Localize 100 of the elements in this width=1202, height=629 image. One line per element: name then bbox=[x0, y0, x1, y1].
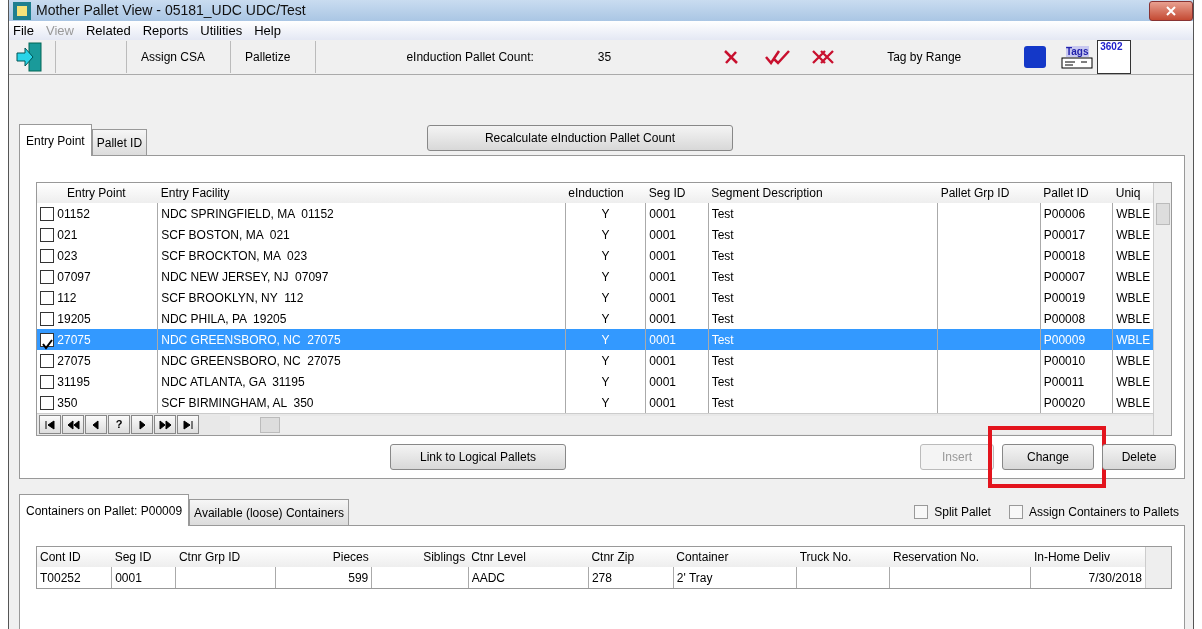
table-cell: WBLE bbox=[1116, 206, 1151, 221]
table-cell: Y bbox=[601, 248, 610, 263]
table-cell: 0001 bbox=[649, 374, 676, 389]
table-cell: 0001 bbox=[649, 332, 676, 347]
checkbox[interactable] bbox=[914, 505, 929, 519]
row-checkbox[interactable] bbox=[40, 375, 54, 390]
table-cell: 19205 bbox=[57, 311, 91, 326]
table-cell: WBLE bbox=[1116, 269, 1151, 284]
row-checkbox[interactable] bbox=[40, 354, 54, 369]
navigator-button[interactable] bbox=[39, 415, 61, 434]
table-cell: SCF BIRMINGHAM, AL 350 bbox=[161, 395, 314, 410]
row-checkbox[interactable] bbox=[40, 270, 54, 285]
table-cell: Test bbox=[711, 248, 734, 263]
table-cell: Test bbox=[711, 353, 734, 368]
table-cell: Test bbox=[711, 395, 734, 410]
table-cell: 0001 bbox=[649, 227, 676, 242]
menu-item[interactable]: File bbox=[13, 20, 34, 41]
table-cell: Y bbox=[601, 269, 610, 284]
row-checkbox[interactable] bbox=[40, 333, 54, 348]
table-cell: Test bbox=[711, 311, 734, 326]
navigator-button[interactable] bbox=[131, 415, 153, 434]
navigator-button[interactable]: ? bbox=[108, 415, 130, 434]
table-cell: 27075 bbox=[57, 353, 91, 368]
navigator-button[interactable] bbox=[85, 415, 107, 434]
table-cell: 31195 bbox=[57, 374, 90, 389]
cross-icon[interactable] bbox=[723, 49, 740, 65]
tags-button[interactable]: Tags bbox=[1061, 45, 1094, 69]
table-cell: NDC ATLANTA, GA 31195 bbox=[161, 374, 305, 389]
square-icon[interactable] bbox=[1023, 45, 1048, 69]
tab[interactable]: Containers on Pallet: P00009 bbox=[19, 494, 190, 526]
table-cell: Y bbox=[601, 332, 610, 347]
table-cell: 0001 bbox=[649, 311, 676, 326]
table-cell: 07097 bbox=[57, 269, 91, 284]
table-cell: 0001 bbox=[649, 290, 676, 305]
table-cell: NDC PHILA, PA 19205 bbox=[161, 311, 287, 326]
vertical-scrollbar[interactable] bbox=[1153, 183, 1171, 435]
action-button[interactable]: Delete bbox=[1102, 444, 1176, 470]
close-button[interactable] bbox=[1149, 0, 1193, 21]
tab[interactable]: Available (loose) Containers bbox=[189, 499, 349, 525]
checkbox[interactable] bbox=[1008, 505, 1023, 519]
tag-by-range-button[interactable]: Tag by Range bbox=[887, 48, 962, 66]
tab[interactable]: Pallet ID bbox=[91, 129, 148, 155]
count-value: 35 bbox=[597, 49, 612, 66]
last-icon bbox=[181, 418, 195, 431]
action-button[interactable]: Change bbox=[1002, 444, 1094, 470]
menu-item[interactable]: Related bbox=[85, 20, 131, 41]
table-cell: WBLE bbox=[1116, 332, 1151, 347]
count-label: eInduction Pallet Count: bbox=[406, 49, 534, 66]
toolbar-button[interactable]: Assign CSA bbox=[127, 48, 231, 66]
prev-page-icon bbox=[66, 418, 80, 431]
table-cell: SCF BROCKTON, MA 023 bbox=[161, 248, 308, 263]
menu-item[interactable]: Utilities bbox=[200, 20, 243, 41]
form-button[interactable]: 3602 bbox=[1097, 40, 1132, 74]
checkbox-label: Assign Containers to Pallets bbox=[1028, 504, 1179, 521]
navigator-button[interactable] bbox=[154, 415, 176, 434]
row-checkbox[interactable] bbox=[40, 291, 54, 306]
link-button[interactable]: Link to Logical Pallets bbox=[390, 444, 566, 470]
first-icon bbox=[43, 418, 57, 431]
table-cell: P00008 bbox=[1043, 311, 1086, 326]
label-icon bbox=[1061, 56, 1094, 69]
table-cell: 599 bbox=[348, 570, 369, 585]
table-cell: Test bbox=[711, 374, 734, 389]
table-cell: 112 bbox=[57, 290, 77, 305]
table-cell: P00017 bbox=[1043, 227, 1086, 242]
tab[interactable]: Entry Point bbox=[19, 124, 92, 156]
row-checkbox[interactable] bbox=[40, 249, 54, 264]
recalculate-button[interactable]: Recalculate eInduction Pallet Count bbox=[427, 125, 733, 151]
table-cell: 0001 bbox=[649, 248, 676, 263]
row-checkbox[interactable] bbox=[40, 396, 54, 411]
vertical-scrollbar[interactable] bbox=[1145, 547, 1171, 588]
table-cell: P00011 bbox=[1043, 374, 1085, 389]
table-cell: 7/30/2018 bbox=[1088, 570, 1142, 585]
table-cell: P00010 bbox=[1043, 353, 1086, 368]
table-cell: 0001 bbox=[115, 570, 142, 585]
window-title: Mother Pallet View - 05181_UDC UDC/Test bbox=[36, 1, 306, 20]
row-checkbox[interactable] bbox=[40, 207, 54, 222]
table-cell: Test bbox=[711, 269, 734, 284]
app-icon bbox=[13, 1, 31, 20]
menu-item[interactable]: Reports bbox=[142, 20, 189, 41]
navigator-button[interactable] bbox=[177, 415, 199, 434]
table-cell: T00252 bbox=[40, 570, 81, 585]
toolbar-button[interactable]: Palletize bbox=[231, 48, 316, 66]
table-cell: 350 bbox=[57, 395, 78, 410]
table-cell: SCF BROOKLYN, NY 112 bbox=[161, 290, 304, 305]
menu-item[interactable]: Help bbox=[254, 20, 281, 41]
navigator-button[interactable] bbox=[62, 415, 84, 434]
next-page-icon bbox=[158, 418, 172, 431]
exit-door-icon[interactable] bbox=[15, 41, 45, 73]
horizontal-scrollbar[interactable] bbox=[230, 415, 1153, 434]
table-cell: WBLE bbox=[1116, 353, 1151, 368]
table-cell: 023 bbox=[57, 248, 78, 263]
table-cell: 0001 bbox=[649, 353, 676, 368]
row-checkbox[interactable] bbox=[40, 312, 54, 327]
table-cell: Test bbox=[711, 206, 734, 221]
table-cell: 2' Tray bbox=[676, 570, 713, 585]
table-cell: P00020 bbox=[1043, 395, 1086, 410]
row-checkbox[interactable] bbox=[40, 228, 54, 243]
double-check-icon[interactable] bbox=[765, 49, 792, 65]
table-cell: 021 bbox=[57, 227, 78, 242]
table-cell: Y bbox=[601, 374, 610, 389]
